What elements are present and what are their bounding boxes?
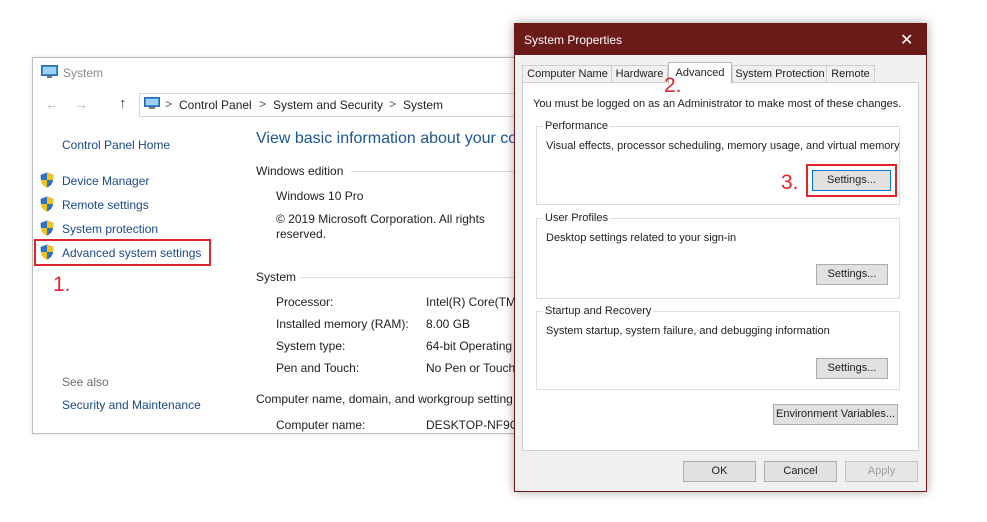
performance-description: Visual effects, processor scheduling, me… bbox=[546, 140, 900, 152]
computer-name-value: DESKTOP-NF9OT bbox=[426, 418, 527, 432]
system-window: System ← → ↑ > Control Panel > System an… bbox=[32, 57, 554, 434]
pen-touch-label: Pen and Touch: bbox=[276, 361, 360, 375]
control-panel-icon bbox=[144, 97, 160, 109]
user-profiles-label: User Profiles bbox=[543, 212, 610, 224]
tab-remote[interactable]: Remote bbox=[826, 65, 875, 83]
windows-edition-heading: Windows edition bbox=[256, 164, 344, 178]
close-icon[interactable]: ✕ bbox=[900, 30, 913, 50]
security-maintenance-link[interactable]: Security and Maintenance bbox=[62, 398, 201, 412]
system-type-label: System type: bbox=[276, 339, 346, 353]
copyright-line: © 2019 Microsoft Corporation. All rights bbox=[276, 212, 485, 226]
control-panel-home-link[interactable]: Control Panel Home bbox=[62, 138, 170, 152]
startup-recovery-description: System startup, system failure, and debu… bbox=[546, 325, 830, 337]
cancel-button[interactable]: Cancel bbox=[764, 461, 837, 482]
user-profiles-settings-button[interactable]: Settings... bbox=[816, 264, 888, 285]
tab-hardware[interactable]: Hardware bbox=[611, 65, 668, 83]
processor-label: Processor: bbox=[276, 295, 334, 309]
breadcrumb-separator: > bbox=[259, 97, 267, 111]
step3-label: 3. bbox=[781, 171, 799, 194]
window-title: System bbox=[63, 66, 104, 80]
step2-label: 2. bbox=[664, 74, 682, 97]
back-arrow-icon[interactable]: ← bbox=[45, 96, 59, 112]
sidebar-item-device-manager[interactable]: Device Manager bbox=[62, 174, 149, 188]
up-arrow-icon[interactable]: ↑ bbox=[119, 95, 127, 112]
breadcrumb-separator: > bbox=[165, 97, 173, 111]
user-profiles-group bbox=[536, 218, 900, 299]
sidebar-item-system-protection[interactable]: System protection bbox=[62, 222, 158, 236]
breadcrumb-system-and-security[interactable]: System and Security bbox=[273, 98, 383, 112]
computer-name-heading: Computer name, domain, and workgroup set… bbox=[256, 392, 513, 406]
processor-value: Intel(R) Core(TM) bbox=[426, 295, 521, 309]
dialog-title: System Properties bbox=[524, 33, 623, 47]
monitor-icon bbox=[41, 65, 58, 78]
uac-shield-icon bbox=[40, 220, 54, 236]
pen-touch-value: No Pen or Touch bbox=[426, 361, 516, 375]
step1-label: 1. bbox=[53, 273, 71, 296]
sidebar-item-remote-settings[interactable]: Remote settings bbox=[62, 198, 149, 212]
forward-arrow-icon[interactable]: → bbox=[74, 96, 88, 112]
dialog-titlebar[interactable]: System Properties ✕ bbox=[515, 24, 926, 55]
user-profiles-description: Desktop settings related to your sign-in bbox=[546, 232, 737, 244]
environment-variables-button[interactable]: Environment Variables... bbox=[773, 404, 898, 425]
uac-shield-icon bbox=[40, 244, 54, 260]
tab-system-protection[interactable]: System Protection bbox=[732, 65, 828, 83]
see-also-heading: See also bbox=[62, 375, 109, 389]
windows-edition-value: Windows 10 Pro bbox=[276, 189, 364, 203]
breadcrumb-system[interactable]: System bbox=[403, 98, 443, 112]
page-title: View basic information about your co bbox=[256, 130, 518, 147]
admin-note: You must be logged on as an Administrato… bbox=[533, 98, 902, 110]
sidebar-item-advanced-system-settings[interactable]: Advanced system settings bbox=[62, 246, 201, 260]
performance-label: Performance bbox=[543, 120, 610, 132]
memory-value: 8.00 GB bbox=[426, 317, 471, 331]
breadcrumb-control-panel[interactable]: Control Panel bbox=[179, 98, 252, 112]
computer-name-label: Computer name: bbox=[276, 418, 366, 432]
system-heading: System bbox=[256, 270, 297, 284]
startup-recovery-label: Startup and Recovery bbox=[543, 305, 654, 317]
address-bar[interactable]: > Control Panel > System and Security > … bbox=[139, 93, 553, 117]
uac-shield-icon bbox=[40, 172, 54, 188]
uac-shield-icon bbox=[40, 196, 54, 212]
tab-computer-name[interactable]: Computer Name bbox=[522, 65, 613, 83]
memory-label: Installed memory (RAM): bbox=[276, 317, 409, 331]
system-type-value: 64-bit Operating bbox=[426, 339, 513, 353]
breadcrumb-separator: > bbox=[389, 97, 397, 111]
startup-recovery-settings-button[interactable]: Settings... bbox=[816, 358, 888, 379]
copyright-line: reserved. bbox=[276, 227, 327, 241]
performance-settings-button[interactable]: Settings... bbox=[812, 170, 891, 191]
apply-button[interactable]: Apply bbox=[845, 461, 918, 482]
system-properties-dialog: System Properties ✕ Computer Name Hardwa… bbox=[514, 23, 927, 492]
ok-button[interactable]: OK bbox=[683, 461, 756, 482]
